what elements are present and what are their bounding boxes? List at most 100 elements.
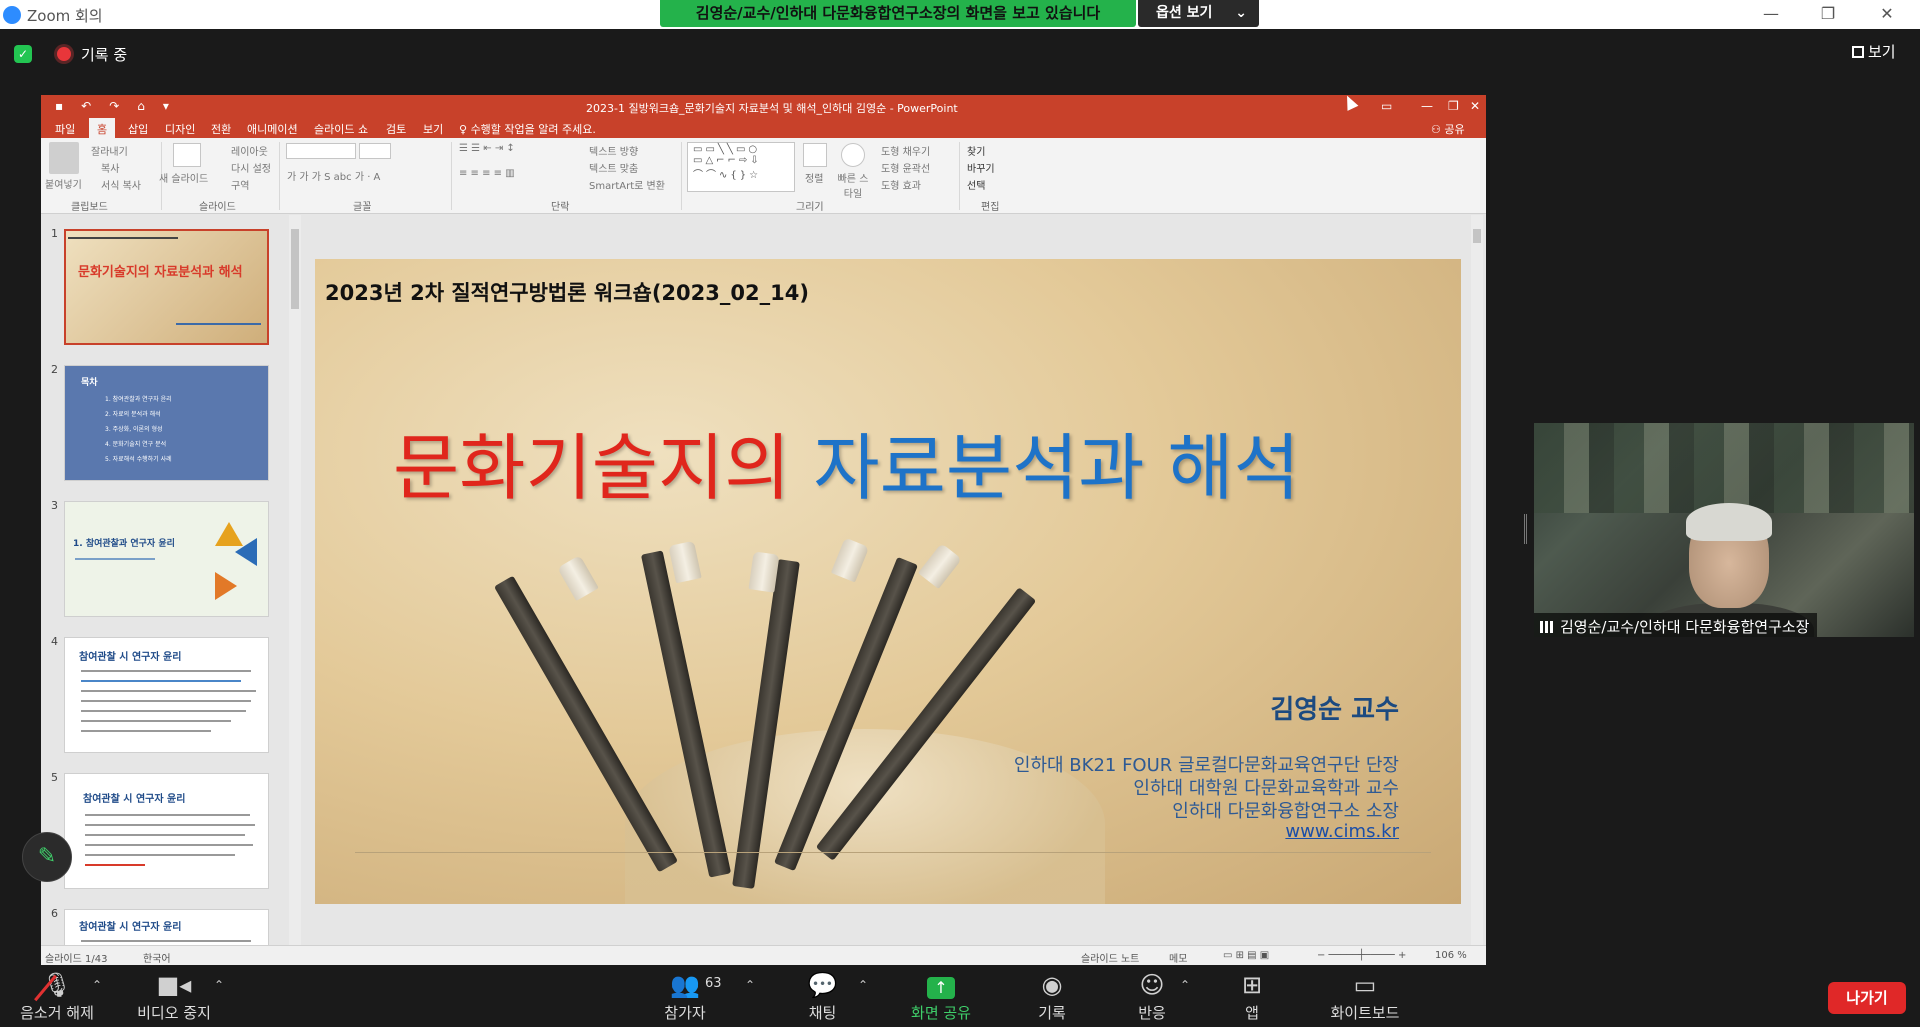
restore-icon[interactable]: ❐ <box>1813 4 1843 23</box>
ppt-share-button[interactable]: ⚇ 공유 <box>1431 121 1465 137</box>
tab-home[interactable]: 홈 <box>89 118 116 138</box>
stop-video-button[interactable]: ■◂ 비디오 중지 <box>128 970 220 1023</box>
ppt-minimize-icon[interactable]: — <box>1421 99 1433 113</box>
quick-styles-icon[interactable] <box>841 143 865 167</box>
reactions-chevron-icon[interactable]: ⌃ <box>1180 978 1190 992</box>
security-shield-icon[interactable]: ✓ <box>14 45 32 63</box>
annotate-pen-button[interactable]: ✎ <box>22 832 72 882</box>
thumb-text-line <box>81 710 246 712</box>
copy-button[interactable]: 복사 <box>101 160 119 175</box>
leave-meeting-button[interactable]: 나가기 <box>1828 982 1906 1014</box>
paste-icon[interactable] <box>49 142 79 174</box>
slide-thumbnail-6[interactable]: 참여관찰 시 연구자 윤리 <box>64 909 269 945</box>
text-direction-button[interactable]: 텍스트 방향 <box>589 143 638 158</box>
record-icon: ◉ <box>1041 971 1063 999</box>
zoom-level[interactable]: 106 % <box>1435 950 1467 961</box>
language-indicator[interactable]: 한국어 <box>143 950 171 965</box>
audio-options-chevron-icon[interactable]: ⌃ <box>92 978 102 992</box>
participant-video[interactable]: 김영순/교수/인하대 다문화융합연구소장 <box>1534 423 1914 637</box>
tab-slideshow[interactable]: 슬라이드 쇼 <box>314 121 368 137</box>
participant-hair <box>1686 503 1772 541</box>
scrollbar-thumb[interactable] <box>291 229 299 309</box>
select-button[interactable]: 선택 <box>967 177 985 192</box>
tab-animations[interactable]: 애니메이션 <box>247 121 298 137</box>
tab-review[interactable]: 검토 <box>386 121 406 137</box>
view-mode-icons[interactable]: ▭ ⊞ ▤ ▣ <box>1223 950 1269 961</box>
font-name-input[interactable] <box>286 143 356 159</box>
shape-outline-button[interactable]: 도형 윤곽선 <box>881 160 930 175</box>
new-slide-button[interactable]: 새 슬라이드 <box>159 170 208 185</box>
scrollbar-thumb[interactable] <box>1473 229 1481 243</box>
ppt-close-icon[interactable]: ✕ <box>1470 99 1480 113</box>
whiteboard-button[interactable]: ▭ 화이트보드 <box>1322 970 1408 1023</box>
arrange-button[interactable]: 정렬 <box>805 170 823 185</box>
arrange-icon[interactable] <box>803 143 827 167</box>
align-text-button[interactable]: 텍스트 맞춤 <box>589 160 638 175</box>
thumbnails-scrollbar[interactable] <box>289 215 301 945</box>
participant-name-tag: 김영순/교수/인하대 다문화융합연구소장 <box>1534 613 1818 637</box>
zoom-slider[interactable]: − ─────┼───── + <box>1317 950 1406 961</box>
reactions-button[interactable]: ☺ 반응 <box>1124 970 1180 1023</box>
cut-button[interactable]: 잘라내기 <box>91 143 128 158</box>
shape-effects-button[interactable]: 도형 효과 <box>881 177 921 192</box>
current-slide[interactable]: 2023년 2차 질적연구방법론 워크숍(2023_02_14) 문화기술지의 … <box>315 259 1461 904</box>
comments-button[interactable]: 메모 <box>1169 950 1187 965</box>
paragraph-group-label: 단락 <box>551 202 570 213</box>
unmute-button[interactable]: 🎙 음소거 해제 <box>12 970 102 1023</box>
list-buttons[interactable]: ☰ ☰ ⇤ ⇥ ↕ <box>459 143 515 154</box>
find-button[interactable]: 찾기 <box>967 143 985 158</box>
slide-website-link[interactable]: www.cims.kr <box>1285 821 1399 842</box>
tell-me-box[interactable]: ♀ 수행할 작업을 알려 주세요. <box>459 121 596 137</box>
view-options-button[interactable]: 옵션 보기 ⌄ <box>1138 0 1259 27</box>
slide-thumbnail-1[interactable]: 문화기술지의 자료분석과 해석 <box>64 229 269 345</box>
panel-resize-handle[interactable] <box>1524 514 1527 544</box>
close-icon[interactable]: ✕ <box>1872 4 1902 23</box>
thumb-number: 5 <box>51 771 58 784</box>
replace-button[interactable]: 바꾸기 <box>967 160 995 175</box>
smartart-button[interactable]: SmartArt로 변환 <box>589 177 665 192</box>
participants-label: 참가자 <box>664 1004 706 1022</box>
minimize-icon[interactable]: — <box>1756 4 1786 23</box>
tab-transitions[interactable]: 전환 <box>211 121 231 137</box>
video-options-chevron-icon[interactable]: ⌃ <box>214 978 224 992</box>
slide-title-blue: 자료분석과 해석 <box>813 426 1300 510</box>
slide-thumbnail-4[interactable]: 참여관찰 시 연구자 윤리 <box>64 637 269 753</box>
tab-file[interactable]: 파일 <box>55 121 75 137</box>
layout-button[interactable]: 레이아웃 <box>231 143 268 158</box>
ppt-titlebar: ▪↶↷⌂▾ 2023-1 질방워크숍_문화기술지 자료분석 및 해석_인하대 김… <box>41 95 1486 118</box>
shape-fill-button[interactable]: 도형 채우기 <box>881 143 930 158</box>
thumb-text-line <box>81 730 211 732</box>
slide-scrollbar[interactable] <box>1471 215 1483 945</box>
format-painter-button[interactable]: 서식 복사 <box>101 177 141 192</box>
share-screen-arrow-icon: ↑ <box>927 977 955 999</box>
align-buttons[interactable]: ≡ ≡ ≡ ≡ ▥ <box>459 168 515 179</box>
paste-button[interactable]: 붙여넣기 <box>45 176 82 191</box>
chat-button[interactable]: 💬 채팅 <box>795 970 850 1023</box>
ppt-ribbon-display-icon[interactable]: ▭ <box>1381 99 1392 113</box>
new-slide-icon[interactable] <box>173 143 201 167</box>
chat-chevron-icon[interactable]: ⌃ <box>858 978 868 992</box>
slide-thumbnail-2[interactable]: 목차 1. 참여관찰과 연구자 윤리 2. 자료의 분석과 해석 3. 주상화,… <box>64 365 269 481</box>
quick-styles-button[interactable]: 빠른 스타일 <box>836 170 870 200</box>
slide-thumbnail-5[interactable]: 참여관찰 시 연구자 윤리 <box>64 773 269 889</box>
quick-access-toolbar[interactable]: ▪↶↷⌂▾ <box>55 99 187 113</box>
recording-dot-icon <box>57 47 71 61</box>
view-button[interactable]: 보기 <box>1852 41 1896 62</box>
tab-view[interactable]: 보기 <box>423 121 443 137</box>
notes-button[interactable]: 슬라이드 노트 <box>1081 950 1139 965</box>
slide-thumbnails-pane: 1 문화기술지의 자료분석과 해석 2 목차 1. 참여관찰과 연구자 윤리 2… <box>41 215 301 945</box>
font-size-input[interactable] <box>359 143 391 159</box>
ppt-restore-icon[interactable]: ❐ <box>1448 99 1459 113</box>
reset-button[interactable]: 다시 설정 <box>231 160 271 175</box>
section-button[interactable]: 구역 <box>231 177 249 192</box>
shapes-icons: ▭▭╲╲▭○ ▭△⌐⌐⇨⇩ ⌒⌒∿{}☆ <box>693 144 762 181</box>
tab-insert[interactable]: 삽입 <box>128 121 148 137</box>
slide-thumbnail-3[interactable]: 1. 참여관찰과 연구자 윤리 <box>64 501 269 617</box>
apps-button[interactable]: ⊞ 앱 <box>1226 970 1278 1023</box>
record-button[interactable]: ◉ 기록 <box>1024 970 1080 1023</box>
thumb-text-line <box>176 323 261 325</box>
participants-chevron-icon[interactable]: ⌃ <box>745 978 755 992</box>
font-format-buttons[interactable]: 가 가 가 S abc 가 · A <box>287 168 380 183</box>
tab-design[interactable]: 디자인 <box>165 121 195 137</box>
share-screen-button[interactable]: ↑ 화면 공유 <box>898 970 984 1023</box>
